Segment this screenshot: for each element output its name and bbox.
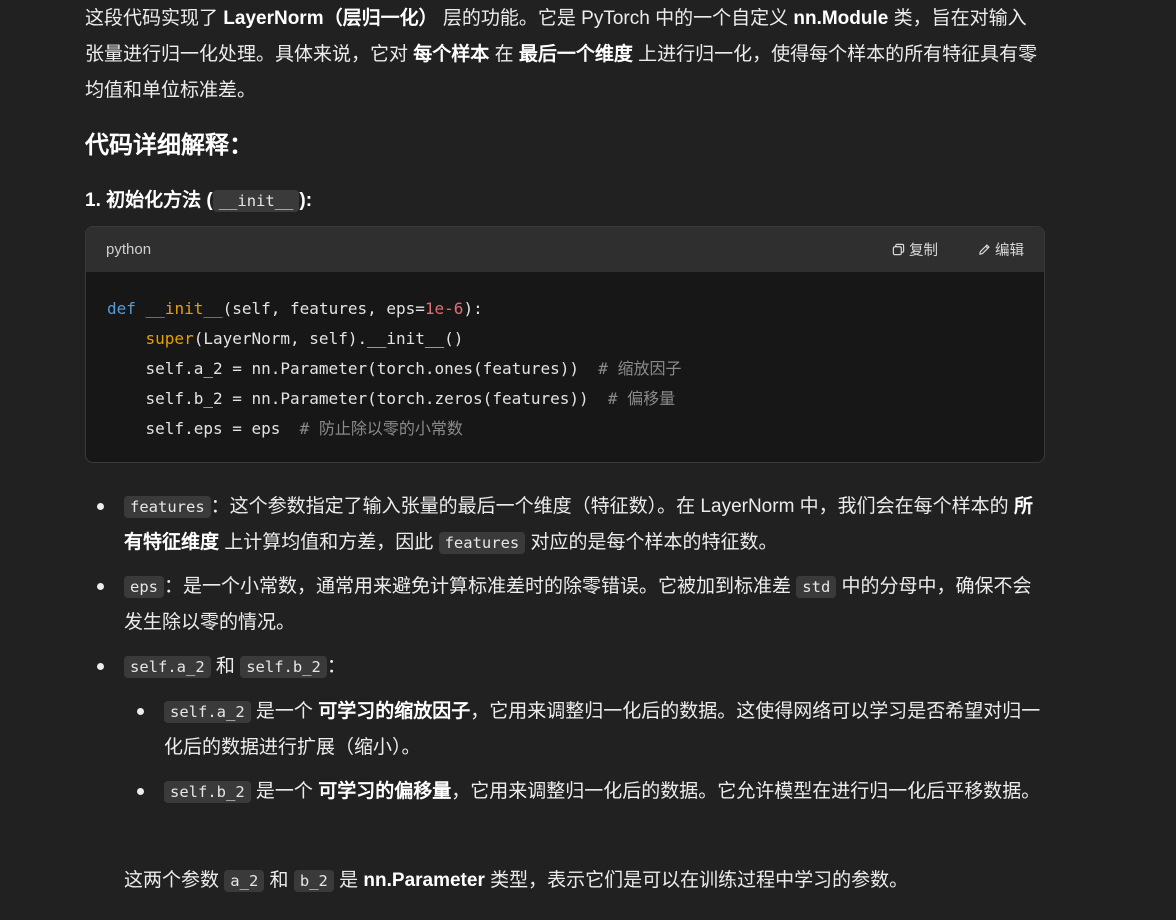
summary-text: 和: [264, 870, 294, 891]
edit-label: 编辑: [995, 243, 1024, 259]
intro-bold-last-dim: 最后一个维度: [518, 44, 633, 65]
inline-code: self.b_2: [240, 656, 327, 678]
inline-code: self.a_2: [124, 656, 211, 678]
code-content: def __init__(self, features, eps=1e-6): …: [107, 299, 682, 438]
nested-list: self.a_2 是一个 可学习的缩放因子，它用来调整归一化后的数据。这使得网络…: [85, 694, 1045, 765]
list-item-a2-b2: self.a_2 和 self.b_2：: [85, 649, 1045, 685]
list-text: 对应的是每个样本的特征数。: [525, 532, 778, 553]
list-item-a2: self.a_2 是一个 可学习的缩放因子，它用来调整归一化后的数据。这使得网络…: [85, 694, 1045, 765]
list-text: ：是一个小常数，通常用来避免计算标准差时的除零错误。它被加到标准差: [164, 576, 797, 597]
inline-code: eps: [124, 576, 164, 598]
list-text: 是一个: [250, 781, 319, 802]
inline-code: features: [438, 532, 526, 554]
subheading-prefix: 1. 初始化方法 (: [85, 190, 213, 211]
code-block: python 复制 编辑 def __init__(self, features…: [85, 226, 1045, 463]
list-text: ：: [326, 656, 346, 677]
copy-button[interactable]: 复制: [892, 239, 938, 260]
list-text: ：这个参数指定了输入张量的最后一个维度（特征数）。在 LayerNorm 中，我…: [210, 496, 1014, 517]
list-item-eps: eps ：是一个小常数，通常用来避免计算标准差时的除零错误。它被加到标准差 std…: [85, 569, 1045, 640]
param-list: self.a_2 和 self.b_2：: [85, 649, 1045, 685]
summary-text: 这两个参数: [124, 870, 225, 891]
inline-code: __init__: [212, 190, 300, 212]
intro-paragraph: 这段代码实现了 LayerNorm（层归一化） 层的功能。它是 PyTorch …: [85, 1, 1045, 109]
param-list: eps ：是一个小常数，通常用来避免计算标准差时的除零错误。它被加到标准差 std…: [85, 569, 1045, 640]
inline-code: std: [796, 576, 837, 598]
list-item-b2: self.b_2 是一个 可学习的偏移量，它用来调整归一化后的数据。它允许模型在…: [85, 774, 1045, 810]
list-text: 和: [210, 656, 241, 677]
nested-list: self.b_2 是一个 可学习的偏移量，它用来调整归一化后的数据。它允许模型在…: [85, 774, 1045, 810]
code-language-label: python: [106, 241, 152, 258]
subsection-heading: 1. 初始化方法 (__init__):: [85, 185, 312, 217]
intro-text: 层的功能。它是 PyTorch 中的一个自定义: [437, 8, 794, 29]
list-bold: 可学习的偏移量: [318, 781, 452, 802]
inline-code: a_2: [224, 870, 265, 892]
summary-bold: nn.Parameter: [363, 870, 485, 891]
list-bold: 可学习的缩放因子: [318, 701, 471, 722]
intro-bold-layernorm: LayerNorm（层归一化）: [223, 8, 438, 29]
inline-code: features: [124, 496, 211, 518]
list-text: 是一个: [250, 701, 319, 722]
param-list: features ：这个参数指定了输入张量的最后一个维度（特征数）。在 Layer…: [85, 489, 1045, 561]
intro-bold-sample: 每个样本: [413, 44, 490, 65]
summary-paragraph: 这两个参数 a_2 和 b_2 是 nn.Parameter 类型，表示它们是可…: [124, 863, 908, 899]
inline-code: self.b_2: [164, 781, 251, 803]
code-block-header: python 复制 编辑: [86, 227, 1044, 272]
intro-bold-module: nn.Module: [793, 8, 889, 29]
intro-text: 在: [489, 44, 519, 65]
list-item-features: features ：这个参数指定了输入张量的最后一个维度（特征数）。在 Layer…: [85, 489, 1045, 561]
inline-code: b_2: [293, 870, 334, 892]
section-heading: 代码详细解释：: [85, 132, 253, 159]
intro-text: 这段代码实现了: [85, 8, 224, 29]
subheading-suffix: ):: [299, 190, 313, 211]
summary-text: 类型，表示它们是可以在训练过程中学习的参数。: [484, 870, 909, 891]
copy-label: 复制: [909, 243, 938, 259]
edit-button[interactable]: 编辑: [978, 239, 1024, 260]
pencil-icon: [979, 244, 990, 255]
list-text: 上计算均值和方差，因此: [219, 532, 439, 553]
list-text: ，它用来调整归一化后的数据。它允许模型在进行归一化后平移数据。: [451, 781, 1041, 802]
inline-code: self.a_2: [164, 701, 251, 723]
copy-icon: [892, 243, 905, 256]
summary-text: 是: [333, 870, 364, 891]
